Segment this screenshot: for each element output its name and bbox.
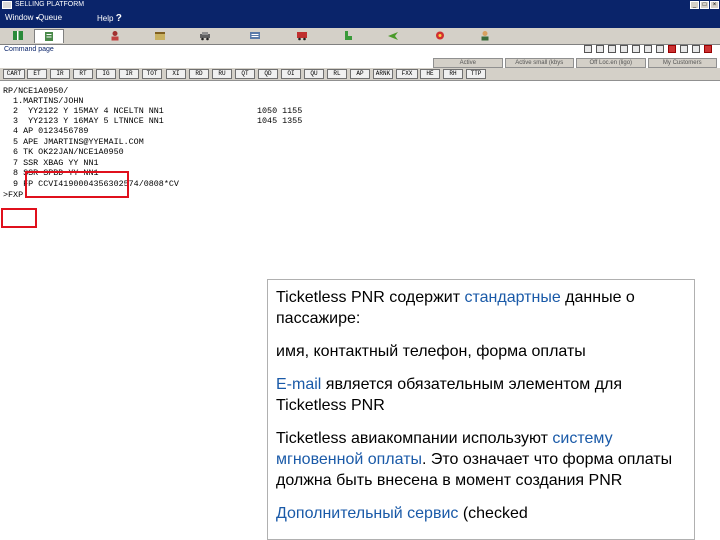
window-title-bar: SELLING PLATFORM _ □ × <box>0 0 720 10</box>
cmd-button[interactable]: RU <box>212 69 232 79</box>
info-paragraph: имя, контактный телефон, форма оплаты <box>276 341 686 362</box>
cmd-button[interactable]: TTP <box>466 69 486 79</box>
cmd-button[interactable]: HE <box>420 69 440 79</box>
profile-icon <box>481 31 489 41</box>
tool-grid-icon[interactable] <box>644 45 652 53</box>
tool-close-icon[interactable] <box>704 45 712 53</box>
toolbar-button-car[interactable] <box>190 29 220 42</box>
document-icon <box>45 32 53 41</box>
cmd-button[interactable]: AP <box>350 69 370 79</box>
cmd-button[interactable]: RD <box>189 69 209 79</box>
cmd-button[interactable]: XI <box>166 69 186 79</box>
plane-icon <box>388 32 398 40</box>
info-paragraph: E-mail является обязательным элементом д… <box>276 374 686 416</box>
maximize-button[interactable]: □ <box>700 1 709 9</box>
cmd-button[interactable]: OI <box>281 69 301 79</box>
module-toolbar <box>0 28 720 45</box>
tool-clear-icon[interactable] <box>668 45 676 53</box>
command-button-bar: CART ET IR RT IG IR TOT XI RD RU QT QD O… <box>0 68 720 81</box>
info-emphasis-text: стандартные <box>464 289 561 306</box>
info-text: является обязательным элементом для Tick… <box>276 376 623 414</box>
window-controls: _ □ × <box>690 1 719 9</box>
cmd-button[interactable]: IG <box>96 69 116 79</box>
info-paragraph: Дополнительный сервис (checked <box>276 503 686 524</box>
toolbar-button-bus[interactable] <box>287 29 317 42</box>
tool-help-icon[interactable] <box>680 45 688 53</box>
tool-print-icon[interactable] <box>620 45 628 53</box>
tab-my-customers[interactable]: My Customers <box>647 58 717 68</box>
toolbar-button-book[interactable] <box>3 29 33 42</box>
cmd-button[interactable]: ET <box>27 69 47 79</box>
command-page-header: Command page <box>0 45 720 56</box>
cmd-button[interactable]: TOT <box>142 69 162 79</box>
tool-settings-icon[interactable] <box>656 45 664 53</box>
window-title: SELLING PLATFORM <box>15 1 85 8</box>
menu-window[interactable]: Window ▾ <box>5 13 39 22</box>
cmd-button[interactable]: CART <box>3 69 25 79</box>
command-page-title: Command page <box>4 46 54 53</box>
cmd-button[interactable]: IR <box>50 69 70 79</box>
menu-help-label: Help <box>97 14 114 23</box>
calendar-icon <box>155 32 165 40</box>
info-emphasis-text: E-mail <box>276 376 322 393</box>
toolbar-button-list[interactable] <box>240 29 270 42</box>
info-paragraph: Ticketless авиакомпании используют систе… <box>276 428 686 491</box>
menu-bar: Window ▾ Queue Help ? <box>0 10 720 28</box>
tool-paste-icon[interactable] <box>596 45 604 53</box>
cmd-button[interactable]: QD <box>258 69 278 79</box>
toolbar-button-calendar[interactable] <box>145 29 175 42</box>
app-logo-icon <box>2 1 12 9</box>
panel-tabs: Active Active small (kbys Off Loc.en (li… <box>433 58 717 68</box>
person-icon <box>111 31 119 41</box>
info-text: Ticketless PNR содержит <box>276 289 465 306</box>
tool-find-icon[interactable] <box>608 45 616 53</box>
close-button[interactable]: × <box>710 1 719 9</box>
list-icon <box>250 32 260 39</box>
command-page-tools <box>584 45 712 53</box>
cmd-button[interactable]: RH <box>443 69 463 79</box>
book-icon <box>13 31 23 40</box>
tab-offline[interactable]: Off Loc.en (ligo) <box>576 58 646 68</box>
cmd-button[interactable]: ARNK <box>373 69 393 79</box>
fxp-highlight-box <box>1 208 37 228</box>
toolbar-button-flower[interactable] <box>425 29 455 42</box>
tab-active-small[interactable]: Active small (kbys <box>504 58 574 68</box>
info-text: имя, контактный телефон, форма оплаты <box>276 343 586 360</box>
car-icon <box>200 32 210 41</box>
info-text: (checked <box>458 505 528 522</box>
help-question-icon: ? <box>115 13 122 24</box>
cmd-button[interactable]: RL <box>327 69 347 79</box>
tool-copy-icon[interactable] <box>584 45 592 53</box>
info-text: Ticketless авиакомпании используют <box>276 430 553 447</box>
menu-queues[interactable]: Queue <box>38 13 62 22</box>
toolbar-button-profile[interactable] <box>470 29 500 42</box>
toolbar-button-document[interactable] <box>34 29 64 43</box>
info-paragraph: Ticketless PNR содержит стандартные данн… <box>276 287 686 329</box>
cmd-button[interactable]: QU <box>304 69 324 79</box>
toolbar-button-person[interactable] <box>100 29 130 42</box>
toolbar-button-plane[interactable] <box>378 29 408 42</box>
tool-pin-icon[interactable] <box>692 45 700 53</box>
flower-icon <box>436 31 444 40</box>
cmd-button[interactable]: FXX <box>396 69 418 79</box>
seat-icon <box>345 31 352 40</box>
minimize-button[interactable]: _ <box>690 1 699 9</box>
ssr-highlight-box <box>25 171 129 198</box>
info-emphasis-text: Дополнительный сервис <box>276 505 459 522</box>
bus-icon <box>297 32 307 41</box>
tab-active[interactable]: Active <box>433 58 503 68</box>
menu-window-label: Window <box>5 13 34 22</box>
cmd-button[interactable]: IR <box>119 69 139 79</box>
cmd-button[interactable]: QT <box>235 69 255 79</box>
menu-help[interactable]: Help ? <box>97 13 122 24</box>
info-text-box: Ticketless PNR содержит стандартные данн… <box>267 279 695 540</box>
toolbar-button-seat[interactable] <box>333 29 363 42</box>
tool-zoom-icon[interactable] <box>632 45 640 53</box>
cmd-button[interactable]: RT <box>73 69 93 79</box>
